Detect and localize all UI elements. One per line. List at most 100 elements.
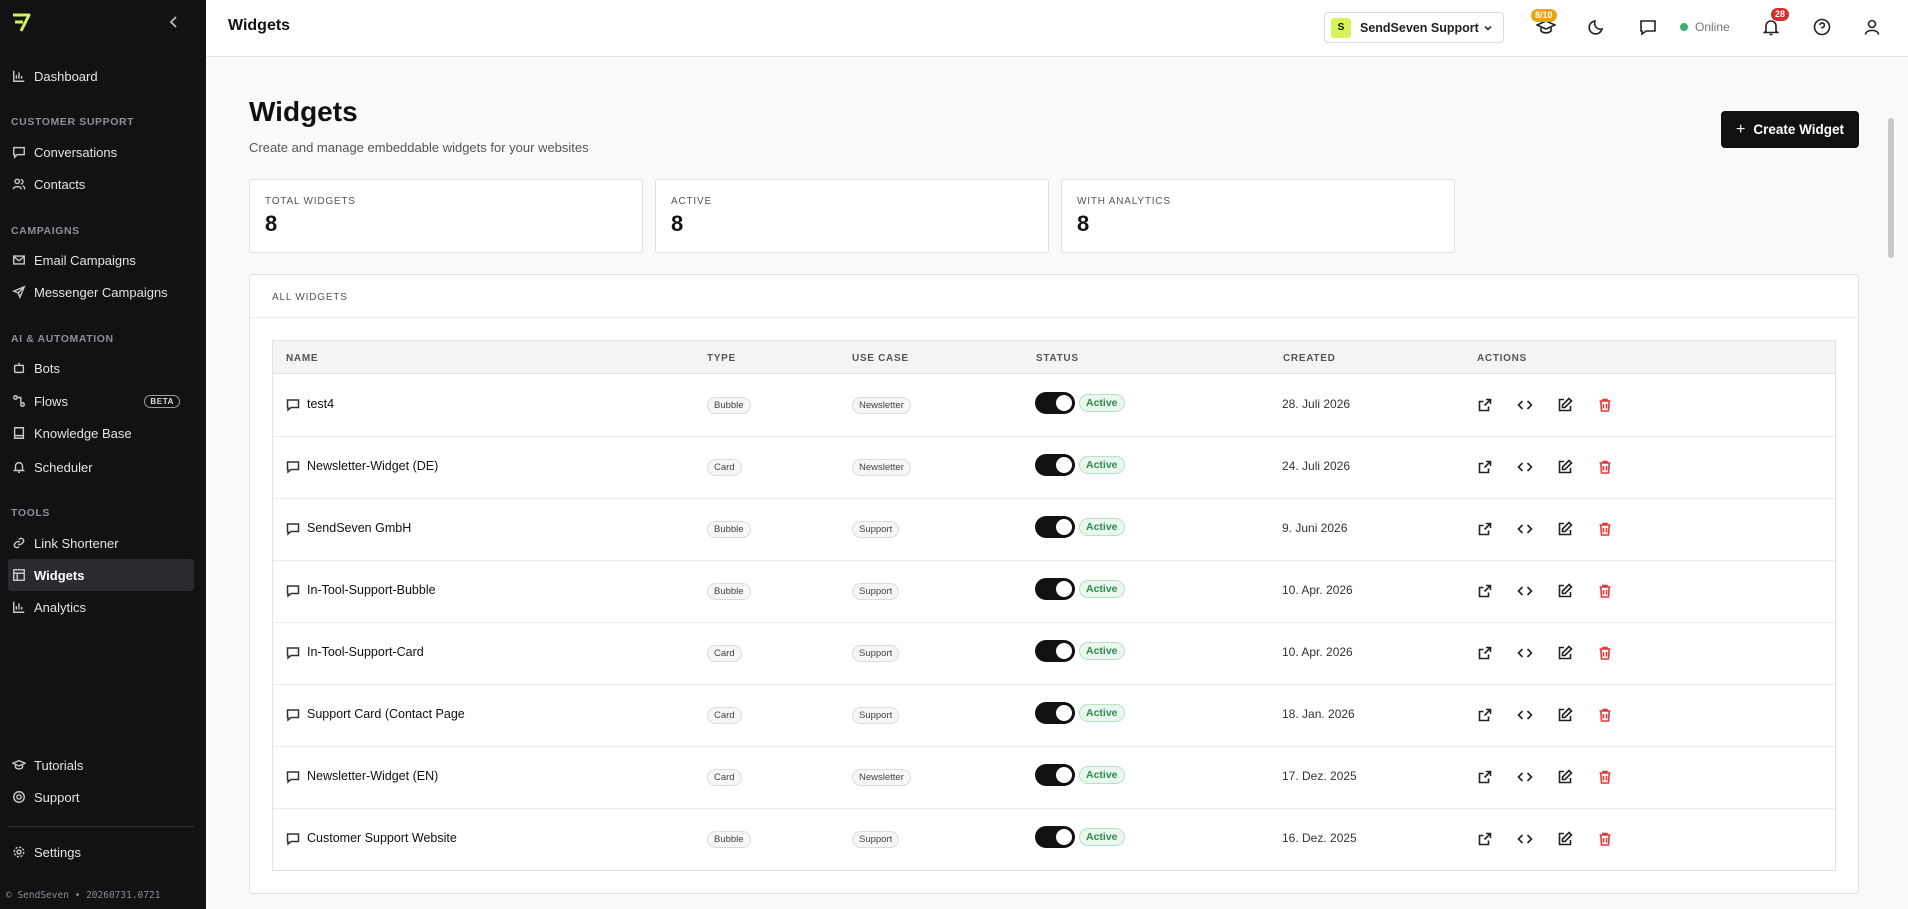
active-toggle[interactable] [1035,640,1075,662]
moon-icon[interactable] [1587,17,1607,37]
sidebar-item-link-shortener[interactable]: Link Shortener [8,527,194,559]
active-toggle[interactable] [1035,764,1075,786]
chat-bubble-icon [286,833,300,846]
created-date: 28. Juli 2026 [1282,397,1351,411]
code-icon[interactable] [1517,707,1533,723]
use-case-badge: Newsletter [852,769,911,786]
collapse-sidebar-icon[interactable] [164,12,184,32]
code-icon[interactable] [1517,769,1533,785]
sidebar-item-support[interactable]: Support [8,781,194,813]
trash-icon[interactable] [1597,397,1613,413]
column-header-name[interactable]: NAME [286,353,318,364]
sidebar-item-widgets[interactable]: Widgets [8,559,194,591]
widget-name[interactable]: Support Card (Contact Page [307,707,465,721]
sidebar-item-tutorials[interactable]: Tutorials [8,749,194,781]
open-external-icon[interactable] [1477,769,1493,785]
active-toggle[interactable] [1035,516,1075,538]
online-status[interactable]: Online [1680,20,1730,34]
active-toggle[interactable] [1035,392,1075,414]
active-toggle[interactable] [1035,702,1075,724]
workspace-switcher[interactable]: S SendSeven Support [1324,12,1504,43]
edit-icon[interactable] [1557,583,1573,599]
sidebar-item-label: Widgets [34,567,85,583]
sidebar-item-conversations[interactable]: Conversations [8,136,194,168]
widget-name[interactable]: Newsletter-Widget (EN) [307,769,438,783]
table-row[interactable]: In-Tool-Support-Bubble Bubble Support Ac… [273,561,1835,623]
trash-icon[interactable] [1597,521,1613,537]
open-external-icon[interactable] [1477,397,1493,413]
edit-icon[interactable] [1557,397,1573,413]
column-header-type[interactable]: TYPE [707,353,736,364]
table-row[interactable]: Support Card (Contact Page Card Support … [273,685,1835,747]
open-external-icon[interactable] [1477,645,1493,661]
edit-icon[interactable] [1557,645,1573,661]
sidebar-item-flows[interactable]: Flows BETA [8,385,194,417]
page-scrollbar[interactable] [1888,118,1894,258]
edit-icon[interactable] [1557,459,1573,475]
trash-icon[interactable] [1597,583,1613,599]
widget-name[interactable]: Customer Support Website [307,831,457,845]
table-row[interactable]: Newsletter-Widget (EN) Card Newsletter A… [273,747,1835,809]
sidebar-item-label: Contacts [34,176,86,192]
sidebar-item-contacts[interactable]: Contacts [8,168,194,200]
code-icon[interactable] [1517,521,1533,537]
user-icon[interactable] [1862,17,1882,37]
open-external-icon[interactable] [1477,583,1493,599]
type-badge: Card [707,459,742,476]
help-circle-icon[interactable] [1812,17,1832,37]
open-external-icon[interactable] [1477,459,1493,475]
table-row[interactable]: SendSeven GmbH Bubble Support Active 9. … [273,499,1835,561]
trash-icon[interactable] [1597,645,1613,661]
widget-name[interactable]: Newsletter-Widget (DE) [307,459,438,473]
sendseven-logo-icon[interactable] [10,12,32,34]
active-toggle[interactable] [1035,578,1075,600]
widget-name[interactable]: test4 [307,397,334,411]
column-header-use-case[interactable]: USE CASE [852,353,909,364]
sidebar-item-messenger-campaigns[interactable]: Messenger Campaigns [8,276,194,308]
code-icon[interactable] [1517,583,1533,599]
code-icon[interactable] [1517,397,1533,413]
widget-name[interactable]: In-Tool-Support-Bubble [307,583,436,597]
widget-name[interactable]: SendSeven GmbH [307,521,411,535]
lifebuoy-icon [13,791,25,803]
widgets-table: NAME TYPE USE CASE STATUS CREATED ACTION… [272,340,1836,871]
active-toggle[interactable] [1035,826,1075,848]
code-icon[interactable] [1517,645,1533,661]
trash-icon[interactable] [1597,707,1613,723]
open-external-icon[interactable] [1477,831,1493,847]
trash-icon[interactable] [1597,769,1613,785]
edit-icon[interactable] [1557,521,1573,537]
active-toggle[interactable] [1035,454,1075,476]
open-external-icon[interactable] [1477,707,1493,723]
trash-icon[interactable] [1597,831,1613,847]
chat-bubble-icon [286,709,300,722]
sidebar-item-knowledge-base[interactable]: Knowledge Base [8,417,194,449]
code-icon[interactable] [1517,459,1533,475]
sidebar-item-dashboard[interactable]: Dashboard [8,60,194,92]
status-badge: Active [1079,704,1125,722]
widget-name[interactable]: In-Tool-Support-Card [307,645,424,659]
sidebar-item-bots[interactable]: Bots [8,352,194,384]
column-header-created[interactable]: CREATED [1283,353,1336,364]
table-row[interactable]: Customer Support Website Bubble Support … [273,809,1835,871]
column-header-status[interactable]: STATUS [1036,353,1079,364]
sidebar-item-email-campaigns[interactable]: Email Campaigns [8,244,194,276]
sidebar-item-analytics[interactable]: Analytics [8,591,194,623]
gear-icon [13,846,25,858]
edit-icon[interactable] [1557,707,1573,723]
type-badge: Bubble [707,583,751,600]
chat-bubble-icon[interactable] [1638,17,1658,37]
table-row[interactable]: Newsletter-Widget (DE) Card Newsletter A… [273,437,1835,499]
trash-icon[interactable] [1597,459,1613,475]
edit-icon[interactable] [1557,769,1573,785]
sidebar-item-settings[interactable]: Settings [8,836,194,868]
code-icon[interactable] [1517,831,1533,847]
table-row[interactable]: test4 Bubble Newsletter Active 28. Juli … [273,375,1835,437]
create-widget-button[interactable]: + Create Widget [1721,111,1859,148]
sidebar-item-scheduler[interactable]: Scheduler [8,451,194,483]
topbar: Widgets S SendSeven Support 8/10 Online … [206,0,1908,57]
bar-chart-icon [13,601,25,613]
table-row[interactable]: In-Tool-Support-Card Card Support Active… [273,623,1835,685]
open-external-icon[interactable] [1477,521,1493,537]
edit-icon[interactable] [1557,831,1573,847]
